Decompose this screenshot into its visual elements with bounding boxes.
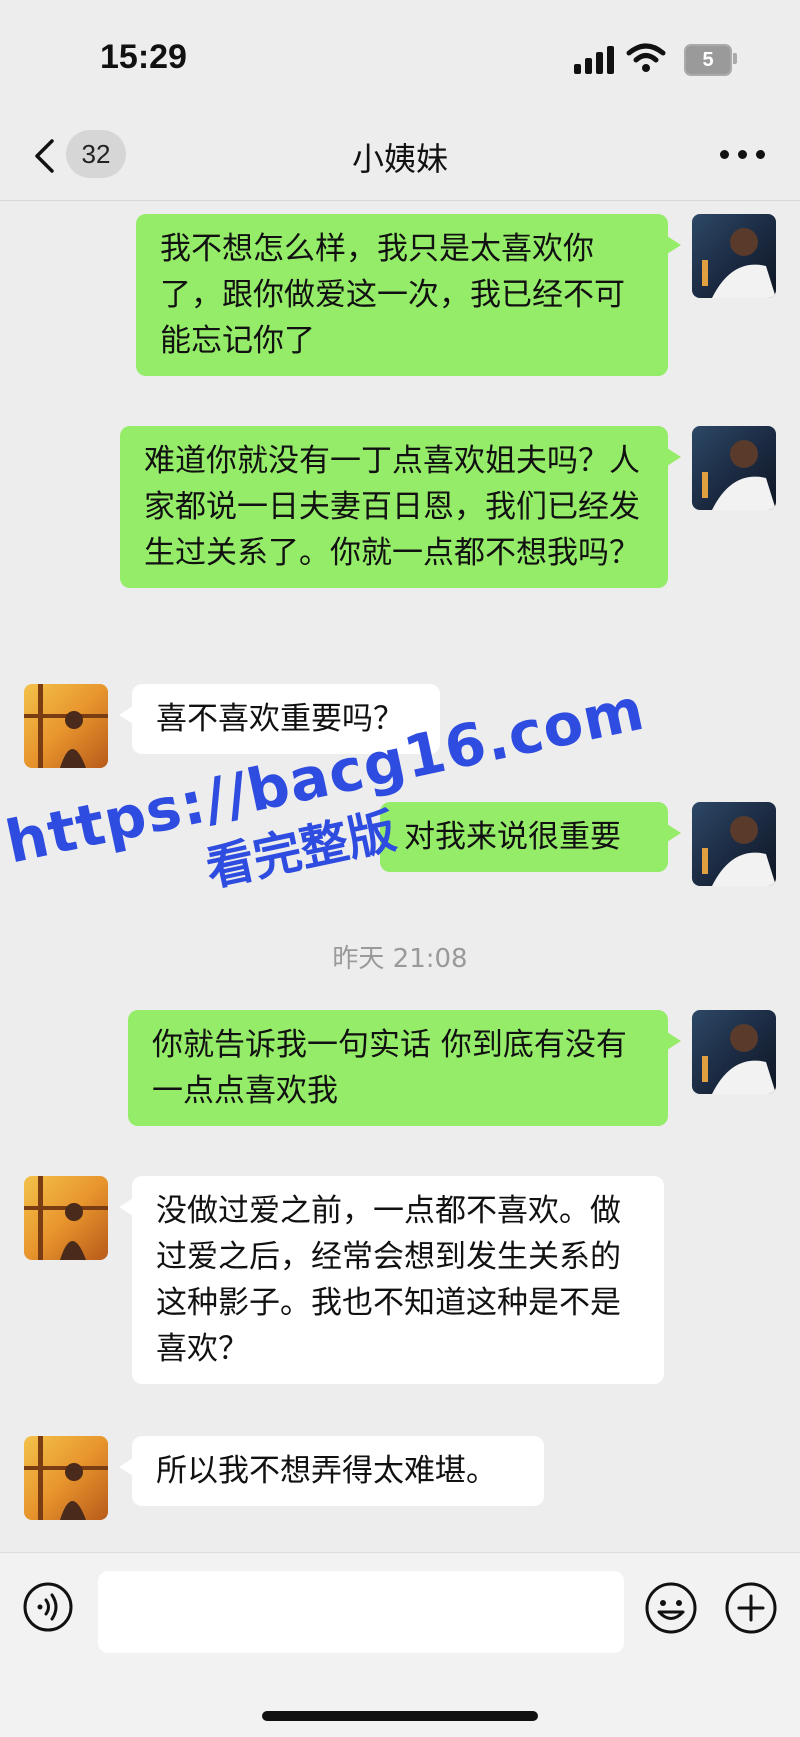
avatar-contact[interactable]: [24, 1176, 108, 1260]
message-bubble-incoming[interactable]: 所以我不想弄得太难堪。: [119, 1436, 544, 1506]
message-bubble-outgoing[interactable]: 难道你就没有一丁点喜欢姐夫吗？人家都说一日夫妻百日恩，我们已经发生过关系了。你就…: [120, 426, 681, 588]
message-input-bar: [0, 1552, 800, 1737]
signal-icon: [574, 46, 616, 74]
wifi-icon: [626, 43, 666, 72]
message-bubble-outgoing[interactable]: 你就告诉我一句实话 你到底有没有一点点喜欢我: [128, 1010, 681, 1126]
message-timestamp: 昨天 21:08: [332, 944, 468, 974]
battery-tip: [733, 53, 737, 64]
avatar-image: [24, 1176, 108, 1260]
avatar-image: [692, 426, 776, 510]
avatar-self[interactable]: [692, 1010, 776, 1094]
avatar-contact[interactable]: [24, 1436, 108, 1520]
chat-header: 32 小姨妹: [0, 110, 800, 201]
voice-icon[interactable]: [22, 1581, 74, 1633]
status-bar: 15:29 5: [0, 0, 800, 110]
avatar-image: [24, 1436, 108, 1520]
message-input[interactable]: [98, 1571, 624, 1653]
status-time: 15:29: [100, 38, 187, 76]
avatar-self[interactable]: [692, 426, 776, 510]
chat-title: 小姨妹: [351, 140, 448, 178]
plus-icon[interactable]: [724, 1581, 778, 1635]
avatar-image: [692, 214, 776, 298]
message-bubble-outgoing[interactable]: 我不想怎么样，我只是太喜欢你了，跟你做爱这一次，我已经不可能忘记你了: [136, 214, 681, 376]
avatar-contact[interactable]: [24, 684, 108, 768]
message-bubble-incoming[interactable]: 没做过爱之前，一点都不喜欢。做过爱之后，经常会想到发生关系的这种影子。我也不知道…: [119, 1176, 664, 1384]
more-icon[interactable]: [720, 148, 766, 162]
home-indicator: [262, 1711, 538, 1721]
avatar-self[interactable]: [692, 214, 776, 298]
avatar-self[interactable]: [692, 802, 776, 886]
battery-icon: 5: [684, 44, 732, 76]
avatar-image: [692, 1010, 776, 1094]
avatar-image: [692, 802, 776, 886]
avatar-image: [24, 684, 108, 768]
emoji-icon[interactable]: [644, 1581, 698, 1635]
